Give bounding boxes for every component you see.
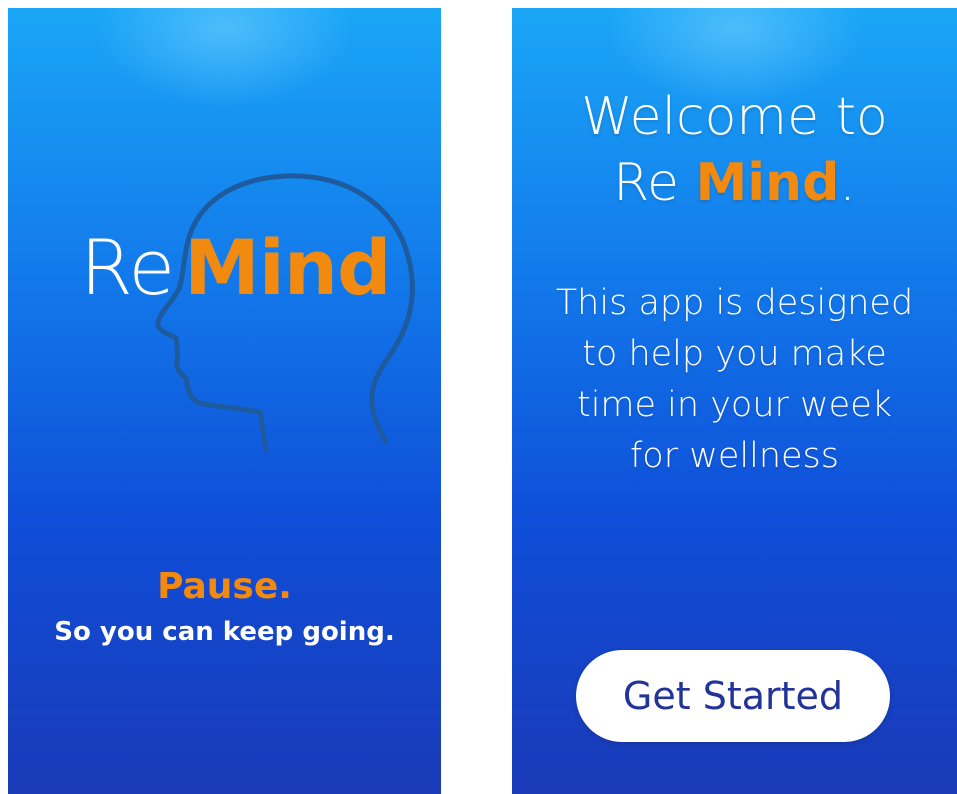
description-line: to help you make (582, 334, 887, 374)
splash-screen: Re Mind Pause. So you can keep going. (8, 8, 441, 794)
tagline: So you can keep going. (54, 617, 395, 647)
brand-mind: Mind (184, 223, 391, 312)
brand-re: Re (80, 223, 175, 312)
brand-logo: Re Mind (80, 218, 391, 318)
description-line: This app is designed (555, 283, 914, 323)
welcome-brand-re: Re (613, 153, 696, 213)
welcome-screen: Welcome to Re Mind. This app is designed… (512, 8, 957, 794)
pause-heading: Pause. (157, 566, 292, 607)
description-line: for wellness (629, 436, 840, 476)
welcome-period: . (839, 153, 856, 213)
welcome-brand-mind: Mind (695, 153, 840, 213)
description-line: time in your week (576, 385, 893, 425)
welcome-line-1: Welcome to (581, 87, 888, 147)
get-started-button[interactable]: Get Started (576, 650, 890, 742)
screenshot-stage: Re Mind Pause. So you can keep going. Wel… (0, 0, 957, 794)
head-profile-icon (155, 173, 415, 453)
welcome-description: This app is designed to help you make ti… (512, 278, 957, 482)
welcome-title: Welcome to Re Mind. (512, 84, 957, 216)
welcome-line-2: Re Mind. (512, 150, 957, 216)
